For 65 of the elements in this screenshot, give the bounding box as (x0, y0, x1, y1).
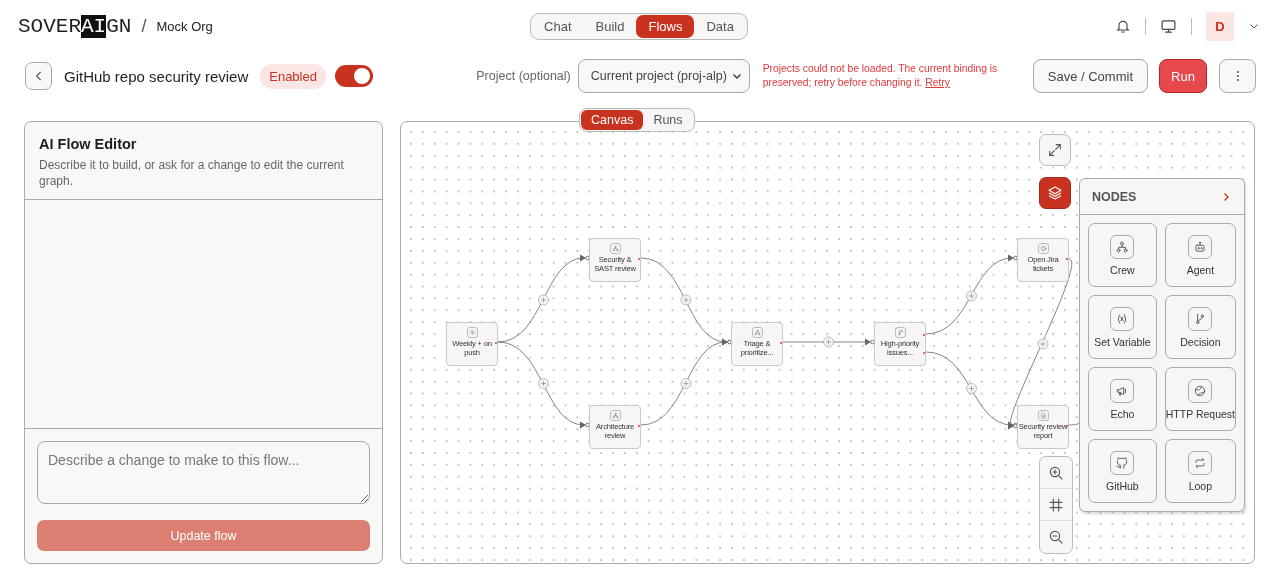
github-icon (1110, 450, 1135, 475)
globe-icon (1188, 378, 1213, 403)
robot-icon (1188, 234, 1213, 259)
retry-link[interactable]: Retry (925, 77, 950, 88)
view-tab[interactable]: Canvas (581, 110, 644, 130)
loop-icon (1188, 450, 1213, 475)
layers-button[interactable] (1039, 177, 1071, 209)
view-tab[interactable]: Runs (643, 110, 693, 130)
globe-icon (1037, 243, 1049, 254)
org-name[interactable]: Mock Org (156, 18, 213, 34)
prompt-field[interactable]: Describe a change to make to this flow... (37, 441, 370, 504)
nav-tab[interactable]: Chat (532, 14, 584, 38)
zoom-in-icon (1048, 464, 1064, 481)
project-select[interactable]: Current project (proj-alp) (577, 59, 750, 93)
node-type-button[interactable]: Agent (1164, 223, 1236, 287)
layers-icon (1047, 185, 1063, 201)
node-type-button[interactable]: Decision (1164, 295, 1236, 359)
panel-description: Describe it to build, or ask for a change to edit the current graph. (39, 157, 345, 189)
hierarchy-icon (1110, 234, 1135, 259)
status-badge: Enabled (260, 63, 326, 89)
expand-icon (1047, 142, 1063, 158)
monitor-icon[interactable] (1160, 17, 1177, 35)
megaphone-icon (1110, 378, 1135, 403)
node-type-button[interactable]: Set Variable (1088, 295, 1157, 359)
run-button[interactable]: Run (1159, 59, 1207, 93)
nav-tab[interactable]: Flows (636, 14, 695, 38)
add-step-button[interactable] (680, 378, 692, 389)
fullscreen-button[interactable] (1039, 134, 1071, 166)
save-commit-button[interactable]: Save / Commit (1032, 59, 1148, 93)
back-button[interactable] (25, 62, 52, 90)
more-button[interactable] (1219, 59, 1256, 93)
add-step-button[interactable] (680, 294, 692, 306)
hierarchy-icon (609, 243, 621, 254)
panel-title: AI Flow Editor (39, 136, 138, 152)
palette-title: NODES (1092, 189, 1137, 204)
error-message: Projects could not be loaded. The current binding is preserved; retry before changing it. Retry (762, 62, 999, 90)
hierarchy-icon (751, 327, 763, 338)
add-step-button[interactable] (966, 290, 977, 302)
flow-title: GitHub repo security review (64, 67, 249, 85)
node-type-button[interactable]: HTTP Request (1164, 367, 1236, 431)
branch-icon (1188, 306, 1213, 331)
more-vertical-icon (1235, 69, 1240, 83)
nav-tab[interactable]: Data (694, 14, 746, 38)
branch-icon (894, 327, 906, 338)
add-step-button[interactable] (966, 383, 977, 394)
nav-tab[interactable]: Build (583, 14, 637, 38)
grid-icon (1048, 496, 1064, 513)
node-type-button[interactable]: Crew (1088, 223, 1157, 287)
diamond-icon (466, 327, 478, 338)
node-type-button[interactable]: Loop (1164, 439, 1236, 503)
add-step-button[interactable] (823, 336, 834, 348)
node-type-button[interactable]: GitHub (1088, 439, 1157, 503)
node-type-button[interactable]: Echo (1088, 367, 1157, 431)
document-icon (1037, 410, 1049, 421)
user-avatar[interactable]: D (1206, 11, 1234, 41)
add-step-button[interactable] (538, 378, 549, 389)
add-step-button[interactable] (538, 294, 549, 306)
variable-icon (1110, 306, 1135, 331)
project-label: Project (optional) (476, 69, 571, 83)
notification-bell-icon[interactable] (1115, 18, 1131, 34)
breadcrumb-separator: / (141, 15, 147, 37)
enabled-toggle[interactable] (334, 65, 373, 87)
zoom-out-icon (1048, 529, 1064, 545)
add-step-button[interactable] (1037, 338, 1049, 350)
hierarchy-icon (609, 410, 621, 421)
